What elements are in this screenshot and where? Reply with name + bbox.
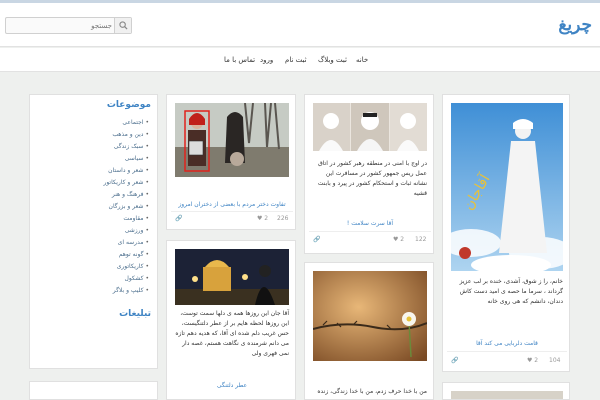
- like-count-value: 2: [534, 357, 539, 364]
- search-button[interactable]: [114, 18, 131, 33]
- category-link[interactable]: شعر و کاریکاتور: [39, 179, 149, 186]
- like-count[interactable]: ♥ 2: [527, 357, 538, 364]
- post-thumbnail[interactable]: [313, 103, 427, 151]
- post-excerpt: من با خدا حرف زدم، من با خدا زندگی، زنده…: [317, 388, 427, 399]
- post-thumbnail[interactable]: [175, 249, 289, 305]
- card-divider: [309, 231, 431, 232]
- post-image: [175, 103, 289, 177]
- category-link[interactable]: شعر و بزرگان: [39, 203, 149, 210]
- post-image: [313, 271, 427, 361]
- view-count: 226: [277, 215, 289, 222]
- card-divider: [171, 211, 293, 212]
- site-logo[interactable]: چریغ: [558, 15, 592, 35]
- category-link[interactable]: فرهنگ و هنر: [39, 191, 149, 198]
- category-link[interactable]: دین و مذهب: [39, 131, 149, 138]
- nav-login[interactable]: ورود: [260, 56, 273, 64]
- main-nav: خانه ثبت وبلاگ ثبت نام ورود تماس با ما: [0, 48, 600, 72]
- site-header: چریغ: [0, 3, 600, 47]
- post-thumbnail[interactable]: [313, 271, 427, 361]
- category-link[interactable]: ورزشی: [39, 227, 149, 234]
- topics-title: موضوعات: [106, 100, 151, 110]
- post-thumbnail[interactable]: [451, 391, 563, 399]
- post-title[interactable]: عطر دلتنگی: [171, 382, 293, 389]
- post-title[interactable]: آقا سرت سلامت !: [309, 220, 431, 227]
- post-card: در اوج با امنی در منطقه رهبر کشور در اتا…: [304, 94, 434, 254]
- post-card: آقاجان خانم، را ز شوق، آشدی، خنده بر لب …: [442, 94, 570, 372]
- post-image: آقاجان: [451, 103, 563, 271]
- search-box: [5, 17, 132, 34]
- category-link[interactable]: کاریکاتوری: [39, 263, 149, 270]
- post-excerpt: در اوج با امنی در منطقه رهبر کشور در اتا…: [317, 160, 427, 197]
- post-card: تفاوت دختر مردم با بعضی از دختران امروز …: [166, 94, 296, 230]
- post-card-partial: [442, 382, 570, 400]
- category-link[interactable]: سبک زندگی: [39, 143, 149, 150]
- like-count-value: 2: [400, 236, 405, 243]
- post-title[interactable]: قامت دلربایی می کند آقا: [447, 340, 567, 347]
- post-thumbnail[interactable]: آقاجان: [451, 103, 563, 271]
- post-title[interactable]: تفاوت دختر مردم با بعضی از دختران امروز: [171, 201, 293, 208]
- card-divider: [447, 351, 567, 352]
- post-thumbnail[interactable]: [175, 103, 289, 177]
- post-excerpt: آقا جان این روزها همه ی دلها سمت توست، ا…: [175, 310, 289, 357]
- sidebar-widget: موضوعات اجتماعی دین و مذهب سبک زندگی سیا…: [29, 94, 158, 369]
- nav-register-blog[interactable]: ثبت وبلاگ: [318, 56, 347, 64]
- nav-home[interactable]: خانه: [356, 56, 368, 64]
- post-excerpt: خانم، را ز شوق، آشدی، خنده بر لب عزیز گر…: [459, 278, 563, 305]
- like-count-value: 2: [264, 215, 269, 222]
- post-card: آقا جان این روزها همه ی دلها سمت توست، ا…: [166, 240, 296, 400]
- view-count: 122: [415, 236, 427, 243]
- category-link[interactable]: مدرسه ای: [39, 239, 149, 246]
- like-count[interactable]: ♥ 2: [257, 215, 268, 222]
- ads-title: تبلیغات: [119, 309, 151, 319]
- link-icon[interactable]: 🔗: [451, 357, 458, 364]
- category-link[interactable]: گونه توهم: [39, 251, 149, 258]
- post-image: [313, 103, 427, 151]
- category-link[interactable]: شعر و داستان: [39, 167, 149, 174]
- post-card: من با خدا حرف زدم، من با خدا زندگی، زنده…: [304, 262, 434, 400]
- link-icon[interactable]: 🔗: [313, 236, 320, 243]
- category-link[interactable]: کشکول: [39, 275, 149, 282]
- category-link[interactable]: اجتماعی: [39, 119, 149, 126]
- sidebar-widget-2: [29, 381, 158, 400]
- search-icon: [119, 21, 128, 30]
- view-count: 104: [549, 357, 561, 364]
- nav-signup[interactable]: ثبت نام: [285, 56, 307, 64]
- search-input[interactable]: [8, 19, 112, 32]
- nav-contact[interactable]: تماس با ما: [224, 56, 255, 64]
- like-count[interactable]: ♥ 2: [393, 236, 404, 243]
- category-link[interactable]: مقاومت: [39, 215, 149, 222]
- link-icon[interactable]: 🔗: [175, 215, 182, 222]
- post-image: [175, 249, 289, 305]
- category-link[interactable]: کلیپ و بلاگر: [39, 287, 149, 294]
- category-link[interactable]: سیاسی: [39, 155, 149, 162]
